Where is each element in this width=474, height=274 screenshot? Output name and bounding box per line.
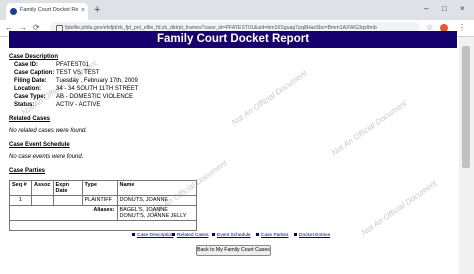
link-docket-entries[interactable]: Docket Entries [294, 233, 330, 238]
window-maximize-icon[interactable]: □ [442, 4, 447, 14]
tab-bar: Family Court Docket Report - Vo × + – □ … [0, 0, 474, 20]
case-caption-value: TEST VS. TEST [56, 70, 100, 76]
bullet-icon [294, 233, 297, 237]
link-case-description[interactable]: Case Description [132, 233, 174, 238]
empty-row [9, 220, 197, 231]
tab-close-icon[interactable]: × [81, 6, 85, 16]
table-header-row: Seq # Assoc Expn Date Type Name [9, 180, 198, 196]
column-header: Seq # [9, 180, 32, 196]
link-related-cases[interactable]: Related Cases [172, 233, 208, 238]
case-parties-table: Seq # Assoc Expn Date Type Name 1 PLAINT… [9, 180, 198, 231]
aliases-label: Aliases: [9, 205, 118, 221]
column-header: Name [116, 180, 198, 196]
scrollbar-thumb[interactable] [462, 46, 470, 168]
back-to-cases-button[interactable]: Back to My Family Court Cases [196, 245, 271, 256]
column-header: Type [81, 180, 118, 196]
browser-tab[interactable]: Family Court Docket Report - Vo × [6, 3, 88, 20]
case-caption-label: Case Caption: [14, 70, 55, 76]
table-row: 1 PLAINTIFF DONUTS, JOANNE [9, 195, 198, 206]
case-description-heading: Case Description [9, 54, 59, 60]
site-favicon-icon [10, 8, 17, 15]
location-label: Location: [14, 86, 41, 92]
case-type-label: Case Type: [14, 94, 46, 100]
location-value: 34 - 34 SOUTH 11TH STREET [56, 86, 139, 92]
case-parties-heading: Case Parties [9, 168, 46, 174]
case-id-label: Case ID: [14, 62, 39, 68]
aliases-cell: BAGEL'S, JOANNE DONUT'S, JOANNE JELLY [116, 205, 198, 221]
assoc-cell [31, 195, 54, 206]
case-event-schedule-heading: Case Event Schedule [9, 142, 70, 148]
column-header: Assoc [31, 180, 54, 196]
link-case-parties[interactable]: Case Parties [256, 233, 288, 238]
link-event-schedule[interactable]: Event Schedule [212, 233, 251, 238]
bullet-icon [172, 233, 175, 237]
case-events-note: No case events were found. [9, 154, 84, 160]
case-type-value: AB - DOMESTIC VIOLENCE [56, 94, 134, 100]
browser-menu-icon[interactable]: ⋮ [458, 22, 466, 34]
related-cases-note: No related cases were found. [9, 128, 88, 134]
seq-cell: 1 [9, 195, 32, 206]
alias-item: DONUT'S, JOANNE JELLY [119, 213, 187, 219]
window-minimize-icon[interactable]: – [424, 4, 428, 14]
bullet-icon [256, 233, 259, 237]
new-tab-icon[interactable]: + [94, 3, 100, 17]
related-cases-heading: Related Cases [9, 116, 51, 122]
filing-date-label: Filing Date: [14, 78, 47, 84]
page-title: Family Court Docket Report [9, 31, 457, 48]
type-cell: PLAINTIFF [81, 195, 118, 206]
tab-title: Family Court Docket Report - Vo [20, 7, 78, 13]
status-label: Status: [14, 102, 35, 108]
expn-date-cell [52, 195, 83, 206]
case-id-value: PFATEST01 [56, 62, 89, 68]
window-close-icon[interactable]: × [460, 4, 465, 14]
status-value: ACTIV - ACTIVE [56, 102, 101, 108]
aliases-row: Aliases: BAGEL'S, JOANNE DONUT'S, JOANNE… [9, 205, 198, 221]
bullet-icon [132, 233, 135, 237]
bullet-icon [212, 233, 215, 237]
column-header: Expn Date [52, 180, 83, 196]
filing-date-value: Tuesday , February 17th, 2009 [56, 78, 138, 84]
name-cell: DONUTS, JOANNE [116, 195, 198, 206]
